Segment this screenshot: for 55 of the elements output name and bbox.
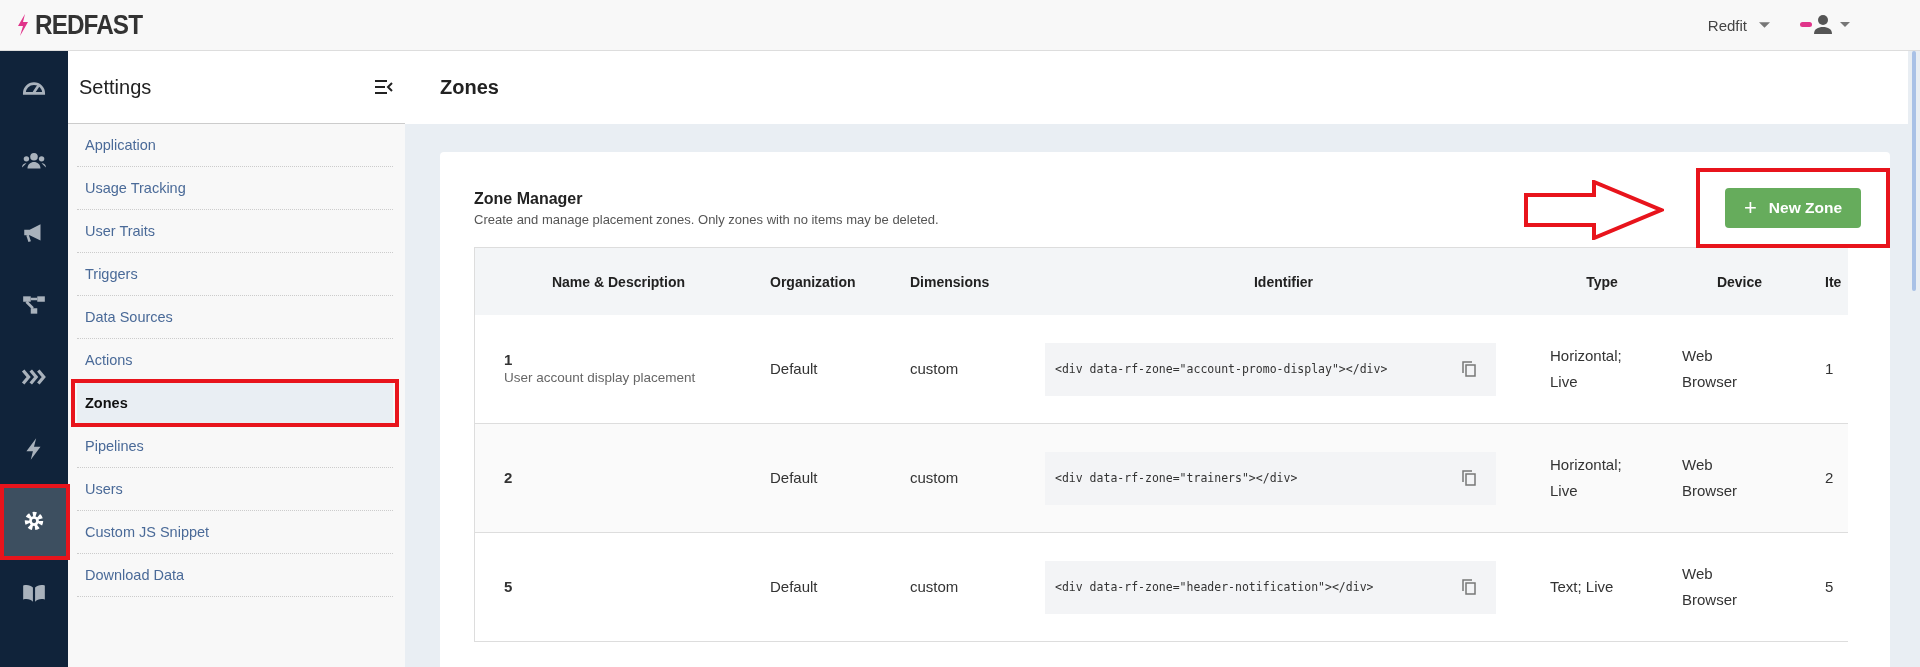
column-header: Identifier [1252, 273, 1315, 290]
table-cell-text: Horizontal; Live [1550, 346, 1623, 392]
copy-icon[interactable] [1462, 361, 1476, 377]
table-cell-text: Web Browser [1682, 455, 1738, 501]
page-title: Zones [440, 76, 499, 99]
table-cell: custom [910, 360, 959, 377]
settings-menu-item[interactable]: Custom JS Snippet [77, 511, 393, 553]
table-cell-text: Web Browser [1682, 346, 1738, 392]
settings-menu-item[interactable]: Application [77, 124, 393, 166]
settings-menu-item[interactable]: Users [77, 468, 393, 510]
panel-title: Settings [79, 75, 152, 99]
zone-name: 1 [504, 351, 514, 369]
table-cell-text: Web Browser [1682, 564, 1738, 610]
zone-name: 5 [504, 578, 514, 596]
lightning-bolt-icon [17, 14, 29, 36]
scrollbar-thumb[interactable] [1912, 51, 1916, 291]
column-header: Organization [769, 273, 857, 290]
settings-menu-item[interactable]: Data Sources [77, 296, 393, 338]
table-cell: Default [770, 469, 818, 486]
settings-menu-item[interactable]: Zones [77, 382, 393, 424]
brand-logo: REDFAST [35, 9, 143, 41]
card-subtitle: Create and manage placement zones. Only zones with no items may be deleted. [474, 212, 939, 227]
table-cell: custom [910, 469, 959, 486]
copy-icon[interactable] [1462, 579, 1476, 595]
settings-menu-item[interactable]: Triggers [77, 253, 393, 295]
column-header: Device [1715, 273, 1764, 290]
table-cell-text: Text; Live [1550, 577, 1614, 597]
settings-menu-item[interactable]: Actions [77, 339, 393, 381]
column-header: Ite [1824, 273, 1843, 290]
column-header: Name & Description [550, 273, 686, 290]
column-header: Dimensions [909, 273, 991, 290]
table-cell: custom [910, 578, 959, 595]
card-title: Zone Manager [474, 190, 584, 208]
organization-dropdown[interactable]: Redfit [1707, 16, 1770, 34]
copy-icon[interactable] [1462, 470, 1476, 486]
table-cell: Default [770, 578, 818, 595]
zone-description: User account display placement [504, 369, 697, 387]
table-cell: 2 [1825, 469, 1834, 486]
table-cell: 5 [1825, 578, 1834, 595]
table-cell: 1 [1825, 360, 1834, 377]
user-menu-button[interactable] [1800, 13, 1850, 37]
column-header: Type [1585, 273, 1619, 290]
settings-menu-item[interactable]: User Traits [77, 210, 393, 252]
table-cell-text: Horizontal; Live [1550, 455, 1623, 501]
caret-icon [1759, 22, 1770, 28]
settings-menu-item[interactable]: Pipelines [77, 425, 393, 467]
settings-menu-item[interactable]: Usage Tracking [77, 167, 393, 209]
code-text: <div data-rf-zone="header-notification"></div> [1055, 579, 1374, 596]
settings-menu-item[interactable]: Download Data [77, 554, 393, 596]
zone-name: 2 [504, 469, 514, 487]
collapse-menu-icon[interactable] [375, 80, 393, 94]
code-text: <div data-rf-zone="account-promo-display"></div> [1055, 361, 1388, 378]
table-cell: Default [770, 360, 818, 377]
code-text: <div data-rf-zone="trainers"></div> [1055, 470, 1298, 487]
new-zone-button[interactable]: + New Zone [1725, 188, 1861, 228]
